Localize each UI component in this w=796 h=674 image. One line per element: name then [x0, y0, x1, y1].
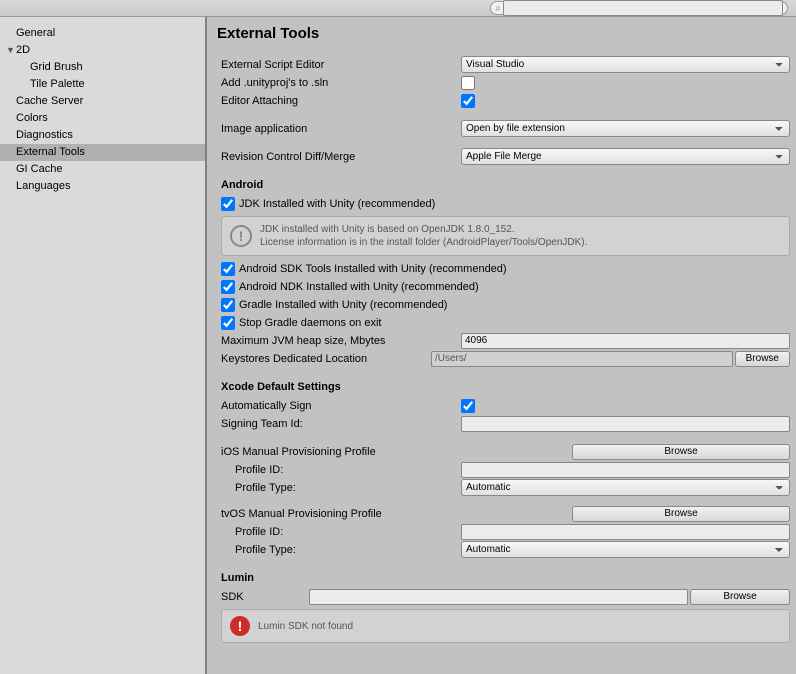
sidebar-item-colors[interactable]: Colors — [0, 110, 205, 127]
select-ios-profile-type[interactable]: Automatic — [461, 479, 790, 496]
info-icon: ! — [230, 225, 252, 247]
label-rev-ctrl: Revision Control Diff/Merge — [221, 151, 461, 163]
info-jdk: ! JDK installed with Unity is based on O… — [221, 216, 790, 256]
chevron-down-icon: ▼ — [6, 43, 14, 58]
toolbar: ⌕ — [0, 0, 796, 17]
browse-keystore-button[interactable]: Browse — [735, 351, 790, 367]
label-auto-sign: Automatically Sign — [221, 400, 461, 412]
label-stop-daemon: Stop Gradle daemons on exit — [239, 317, 381, 329]
checkbox-ndk[interactable] — [221, 280, 235, 294]
select-script-editor[interactable]: Visual Studio — [461, 56, 790, 73]
section-android: Android — [221, 179, 790, 191]
input-lumin-sdk[interactable] — [309, 589, 688, 605]
label-ios-profile-type: Profile Type: — [235, 482, 461, 494]
checkbox-stop-daemon[interactable] — [221, 316, 235, 330]
select-tvos-profile-type[interactable]: Automatic — [461, 541, 790, 558]
sidebar-item-diagnostics[interactable]: Diagnostics — [0, 127, 205, 144]
section-xcode: Xcode Default Settings — [221, 381, 790, 393]
label-tvos-profile-id: Profile ID: — [235, 526, 461, 538]
input-heap[interactable] — [461, 333, 790, 349]
browse-tvos-button[interactable]: Browse — [572, 506, 790, 522]
label-lumin-sdk: SDK — [221, 591, 309, 603]
search-icon: ⌕ — [495, 3, 501, 14]
input-tvos-profile-id[interactable] — [461, 524, 790, 540]
input-keystore[interactable] — [431, 351, 733, 367]
sidebar-item-label: 2D — [16, 43, 30, 58]
label-keystore: Keystores Dedicated Location — [221, 353, 431, 365]
browse-lumin-button[interactable]: Browse — [690, 589, 790, 605]
label-image-app: Image application — [221, 123, 461, 135]
sidebar-item-tile-palette[interactable]: Tile Palette — [0, 76, 205, 93]
page-title: External Tools — [217, 25, 790, 42]
sidebar-item-languages[interactable]: Languages — [0, 178, 205, 195]
label-editor-attach: Editor Attaching — [221, 95, 461, 107]
checkbox-auto-sign[interactable] — [461, 399, 475, 413]
sidebar-item-general[interactable]: General — [0, 25, 205, 42]
select-rev-ctrl[interactable]: Apple File Merge — [461, 148, 790, 165]
error-icon: ! — [230, 616, 250, 636]
sidebar-item-cache-server[interactable]: Cache Server — [0, 93, 205, 110]
checkbox-add-sln[interactable] — [461, 76, 475, 90]
info-text-line1: JDK installed with Unity is based on Ope… — [260, 223, 587, 236]
input-ios-profile-id[interactable] — [461, 462, 790, 478]
checkbox-editor-attach[interactable] — [461, 94, 475, 108]
content-panel: External Tools External Script Editor Vi… — [207, 17, 796, 674]
error-text: Lumin SDK not found — [258, 620, 353, 633]
label-gradle: Gradle Installed with Unity (recommended… — [239, 299, 447, 311]
label-sdk: Android SDK Tools Installed with Unity (… — [239, 263, 507, 275]
label-tvos-profile-type: Profile Type: — [235, 544, 461, 556]
section-lumin: Lumin — [221, 572, 790, 584]
label-add-sln: Add .unityproj's to .sln — [221, 77, 461, 89]
sidebar-item-gi-cache[interactable]: GI Cache — [0, 161, 205, 178]
label-jdk: JDK Installed with Unity (recommended) — [239, 198, 435, 210]
sidebar-item-grid-brush[interactable]: Grid Brush — [0, 59, 205, 76]
input-team-id[interactable] — [461, 416, 790, 432]
info-text-line2: License information is in the install fo… — [260, 236, 587, 249]
label-tvos-header: tvOS Manual Provisioning Profile — [221, 508, 570, 520]
select-image-app[interactable]: Open by file extension — [461, 120, 790, 137]
label-ios-header: iOS Manual Provisioning Profile — [221, 446, 570, 458]
sidebar-item-external-tools[interactable]: External Tools — [0, 144, 205, 161]
search-field[interactable]: ⌕ — [490, 1, 788, 15]
sidebar-item-2d[interactable]: ▼ 2D — [0, 42, 205, 59]
label-ios-profile-id: Profile ID: — [235, 464, 461, 476]
browse-ios-button[interactable]: Browse — [572, 444, 790, 460]
label-script-editor: External Script Editor — [221, 59, 461, 71]
sidebar: General ▼ 2D Grid Brush Tile Palette Cac… — [0, 17, 207, 674]
search-input[interactable] — [503, 0, 783, 16]
label-team-id: Signing Team Id: — [221, 418, 461, 430]
error-lumin: ! Lumin SDK not found — [221, 609, 790, 643]
label-heap: Maximum JVM heap size, Mbytes — [221, 335, 461, 347]
checkbox-jdk[interactable] — [221, 197, 235, 211]
checkbox-sdk[interactable] — [221, 262, 235, 276]
checkbox-gradle[interactable] — [221, 298, 235, 312]
label-ndk: Android NDK Installed with Unity (recomm… — [239, 281, 479, 293]
